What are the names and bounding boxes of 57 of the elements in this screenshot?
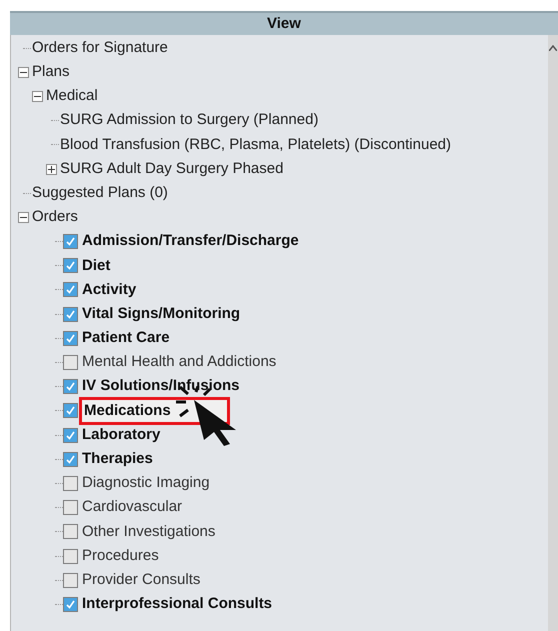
checkbox[interactable] (63, 282, 78, 298)
checkbox[interactable] (63, 403, 78, 418)
order-category-label[interactable]: Other Investigations (82, 520, 216, 544)
checkbox[interactable] (63, 355, 78, 370)
order-category-label[interactable]: Diet (82, 254, 110, 278)
order-category-label[interactable]: Admission/Transfer/Discharge (82, 230, 299, 253)
checkmark-icon (66, 310, 75, 319)
order-category-label[interactable]: IV Solutions/Infusions (82, 375, 240, 398)
tree-item-label[interactable]: Plans (32, 61, 70, 84)
checkmark-icon (66, 334, 75, 343)
order-category-label[interactable]: Therapies (82, 448, 153, 471)
tree-item-label[interactable]: SURG Admission to Surgery (Planned) (60, 109, 318, 132)
scroll-up-icon[interactable] (549, 45, 557, 51)
checkbox[interactable] (63, 306, 78, 322)
checkbox[interactable] (63, 524, 78, 540)
order-category-label[interactable]: Mental Health and Addictions (82, 351, 276, 374)
checkmark-icon (66, 454, 75, 464)
checkbox[interactable] (63, 234, 78, 250)
tree-item-label[interactable]: Orders for Signature (32, 36, 168, 60)
collapse-toggle[interactable] (18, 212, 28, 223)
tree-item-label[interactable]: SURG Adult Day Surgery Phased (60, 158, 284, 180)
checkbox[interactable] (63, 258, 78, 274)
order-category-label[interactable]: Activity (82, 278, 136, 302)
expand-toggle[interactable] (46, 164, 56, 175)
order-category-label[interactable]: Interprofessional Consults (82, 593, 272, 616)
order-category-label[interactable]: Vital Signs/Monitoring (82, 302, 240, 326)
tree-item-label[interactable]: Orders (32, 206, 78, 229)
checkmark-icon (66, 600, 75, 609)
checkbox[interactable] (63, 500, 78, 516)
collapse-toggle[interactable] (18, 66, 28, 78)
order-category-label[interactable]: Diagnostic Imaging (82, 472, 210, 495)
checkbox[interactable] (63, 548, 78, 564)
checkmark-icon (66, 382, 75, 392)
tree-item-label[interactable]: Medical (46, 85, 98, 108)
checkbox[interactable] (63, 379, 78, 394)
checkbox[interactable] (63, 476, 78, 491)
checkbox[interactable] (63, 572, 78, 588)
tree-item-label[interactable]: Blood Transfusion (RBC, Plasma, Platelets) (Discontinued) (60, 134, 451, 156)
checkmark-icon (66, 285, 75, 294)
order-category-label[interactable]: Patient Care (82, 327, 170, 350)
view-header: View (10, 11, 558, 35)
plus-icon (48, 166, 54, 173)
checkbox[interactable] (63, 452, 78, 467)
order-category-label[interactable]: Procedures (82, 544, 159, 568)
tree-item-label[interactable]: Suggested Plans (0) (32, 182, 168, 204)
checkbox[interactable] (63, 596, 78, 612)
checkbox[interactable] (63, 330, 78, 346)
order-category-label[interactable]: Laboratory (82, 424, 160, 446)
checkmark-icon (66, 261, 75, 270)
order-category-label[interactable]: Provider Consults (82, 568, 200, 592)
collapse-toggle[interactable] (32, 90, 42, 102)
scrollbar[interactable] (548, 35, 558, 631)
checkbox[interactable] (63, 428, 78, 443)
order-category-label[interactable]: Cardiovascular (82, 496, 182, 519)
checkmark-icon (66, 430, 75, 440)
checkmark-icon (66, 406, 75, 416)
checkmark-icon (66, 237, 75, 246)
